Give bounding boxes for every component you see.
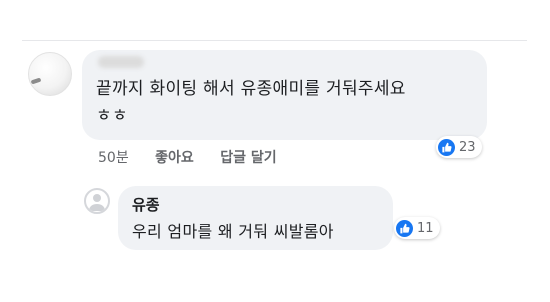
thumbs-up-icon xyxy=(438,138,455,156)
reply-text: 우리 엄마를 왜 거둬 씨발롬아 xyxy=(132,222,334,241)
reply-bubble: 유종 우리 엄마를 왜 거둬 씨발롬아 xyxy=(118,186,393,250)
reply-avatar[interactable] xyxy=(84,188,110,214)
reply-reactions[interactable]: 11 xyxy=(394,217,440,239)
commenter-avatar[interactable] xyxy=(28,52,72,96)
comment-reaction-count: 23 xyxy=(459,139,476,155)
comment-bubble: 끝까지 화이팅 해서 유종애미를 거둬주세요 ㅎㅎ xyxy=(82,50,487,140)
avatar-smudge xyxy=(30,77,42,85)
reply-author[interactable]: 유종 xyxy=(132,194,160,215)
comment-text: 끝까지 화이팅 해서 유종애미를 거둬주세요 ㅎㅎ xyxy=(96,76,471,130)
comment-timestamp[interactable]: 50분 xyxy=(98,147,129,167)
comment-reactions[interactable]: 23 xyxy=(436,136,482,158)
reply-reaction-count: 11 xyxy=(417,220,434,236)
default-profile-icon xyxy=(89,194,105,211)
like-link[interactable]: 좋아요 xyxy=(155,147,194,167)
reply-link[interactable]: 답글 달기 xyxy=(220,147,276,167)
comment-text-line1: 끝까지 화이팅 해서 유종애미를 거둬주세요 xyxy=(96,79,406,99)
comment-actions: 50분 좋아요 답글 달기 xyxy=(98,147,277,167)
blurred-author-name[interactable] xyxy=(98,56,144,68)
top-divider xyxy=(22,40,527,41)
thumbs-up-icon xyxy=(396,219,413,237)
comment-text-line2: ㅎㅎ xyxy=(96,106,128,126)
